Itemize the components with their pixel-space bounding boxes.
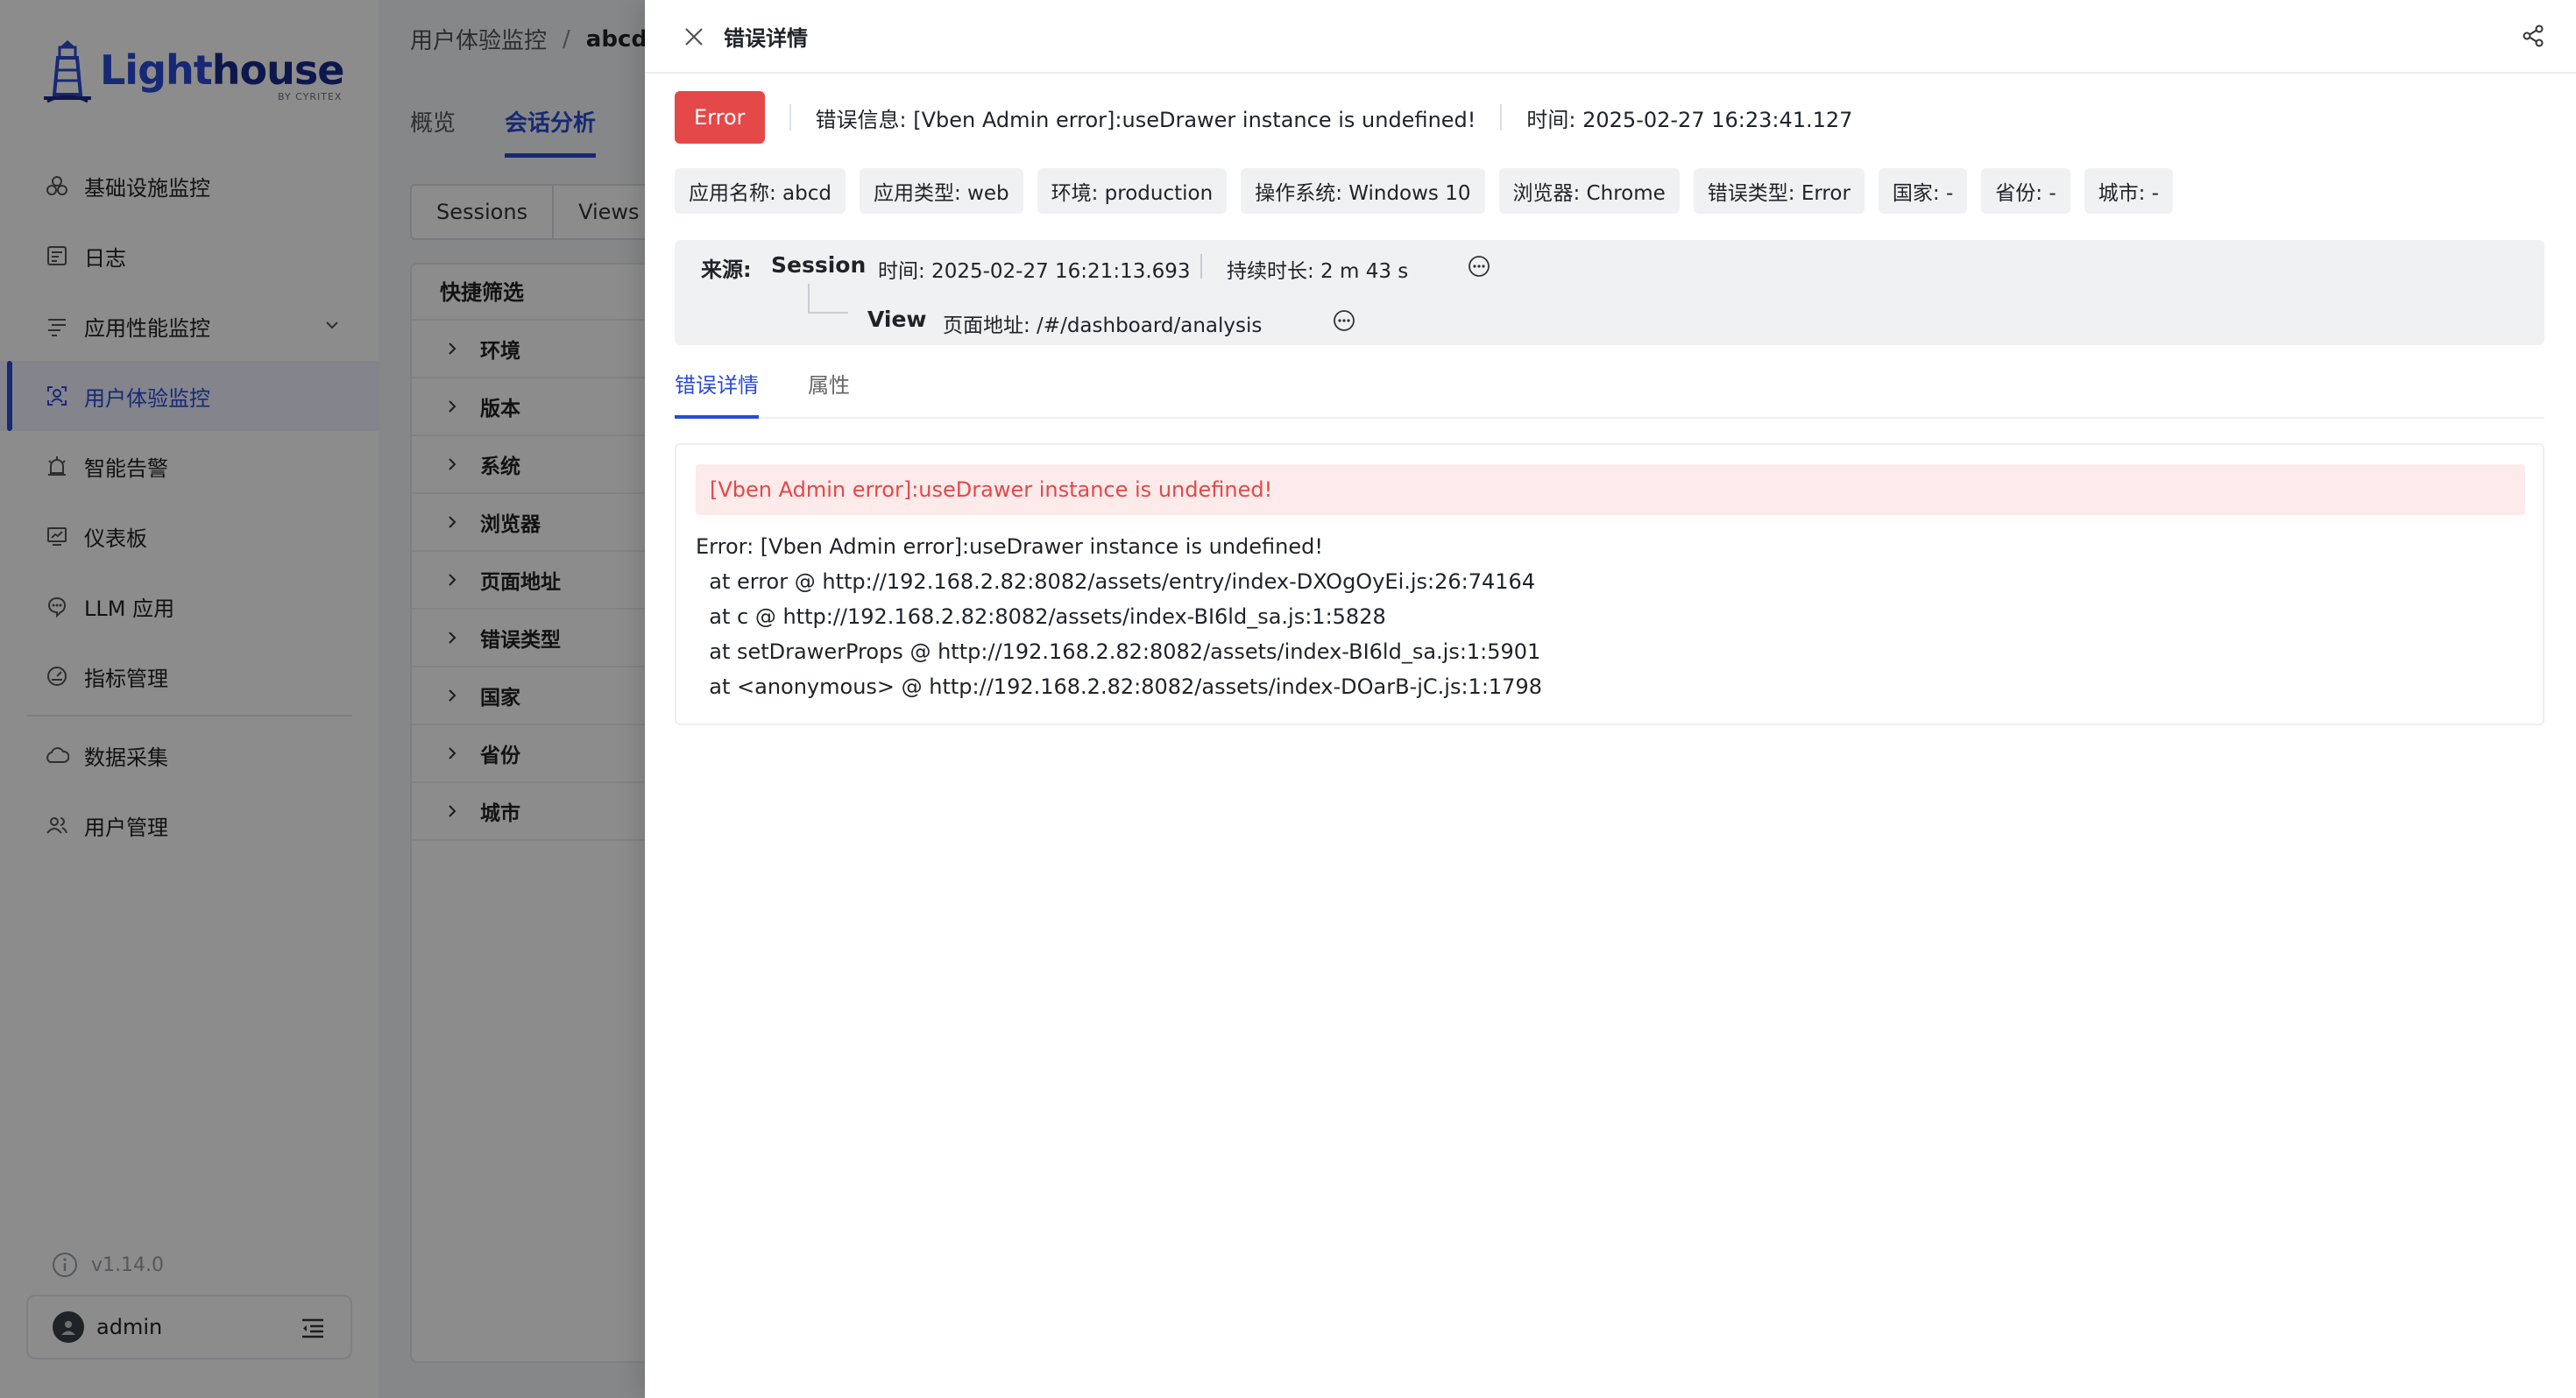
view-page-url: 页面地址: /#/dashboard/analysis (943, 314, 1263, 337)
tab-attributes[interactable]: 属性 (808, 363, 850, 419)
session-time: 时间: 2025-02-27 16:21:13.693 (878, 260, 1191, 283)
tag-os: 操作系统: Windows 10 (1241, 168, 1485, 214)
more-icon[interactable] (1332, 308, 1356, 333)
source-view[interactable]: View (867, 307, 927, 332)
error-message: 错误信息: [Vben Admin error]:useDrawer insta… (815, 107, 1476, 132)
tag-browser: 浏览器: Chrome (1498, 168, 1680, 214)
more-icon[interactable] (1467, 254, 1491, 279)
error-source: 来源: Session 时间: 2025-02-27 16:21:13.693 … (675, 240, 2544, 345)
drawer-header: 错误详情 (645, 0, 2576, 74)
error-detail-drawer: 错误详情 Error 错误信息: [Vben Admin error]:useD… (645, 0, 2576, 1398)
tag-country: 国家: - (1878, 168, 1968, 214)
tree-connector (808, 284, 848, 314)
close-icon[interactable] (682, 25, 706, 49)
error-level-badge: Error (675, 91, 765, 144)
drawer-tabs: 错误详情 属性 (675, 363, 2544, 419)
error-alert: [Vben Admin error]:useDrawer instance is… (696, 464, 2525, 515)
session-duration: 持续时长: 2 m 43 s (1227, 260, 1409, 283)
divider (1200, 254, 1202, 279)
error-time: 时间: 2025-02-27 16:23:41.127 (1526, 107, 1853, 132)
drawer-mask[interactable] (0, 0, 645, 1398)
source-label: 来源: (701, 258, 752, 282)
error-stack-trace: Error: [Vben Admin error]:useDrawer inst… (696, 534, 1542, 699)
error-summary: Error 错误信息: [Vben Admin error]:useDrawer… (675, 91, 1852, 144)
drawer-title: 错误详情 (724, 26, 808, 51)
divider (789, 104, 791, 131)
error-detail-card: [Vben Admin error]:useDrawer instance is… (675, 443, 2544, 725)
tag-env: 环境: production (1037, 168, 1228, 214)
tab-error-detail[interactable]: 错误详情 (675, 363, 759, 419)
tag-app-name: 应用名称: abcd (675, 168, 846, 214)
tag-city: 城市: - (2084, 168, 2173, 214)
tag-app-type: 应用类型: web (860, 168, 1023, 214)
tag-province: 省份: - (1981, 168, 2070, 214)
share-icon[interactable] (2520, 23, 2546, 49)
error-attribute-tags: 应用名称: abcd 应用类型: web 环境: production 操作系统… (675, 168, 2187, 214)
divider (1500, 104, 1503, 131)
source-session[interactable]: Session (771, 252, 866, 278)
tag-error-type: 错误类型: Error (1693, 168, 1865, 214)
